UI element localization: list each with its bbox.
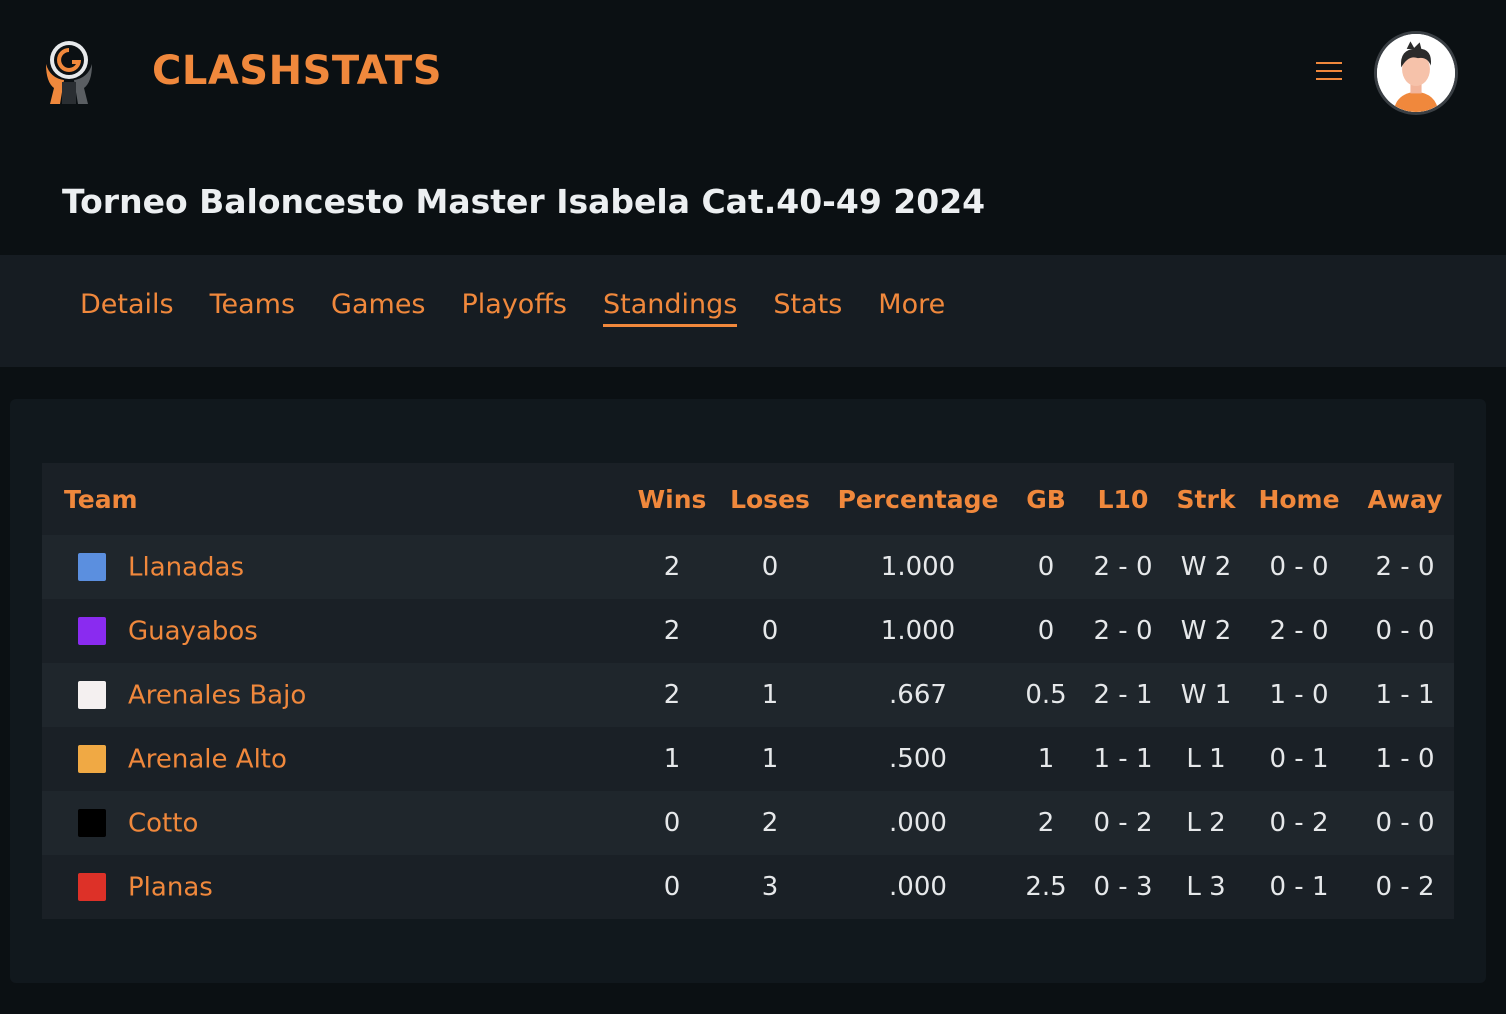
clashstats-logo-icon[interactable]	[44, 38, 96, 106]
wins-cell: 2	[663, 616, 681, 646]
team-color-swatch	[78, 681, 106, 710]
strk-cell: L 1	[1186, 744, 1226, 774]
gb-cell: 0	[1037, 616, 1055, 646]
team-color-swatch	[78, 873, 106, 902]
standings-table: Team Wins Loses Percentage GB L10 Strk H…	[42, 463, 1454, 919]
column-header-home[interactable]: Home	[1242, 463, 1356, 535]
table-header-row: Team Wins Loses Percentage GB L10 Strk H…	[42, 463, 1454, 535]
percentage-cell: .000	[889, 872, 947, 902]
tab-games[interactable]: Games	[331, 289, 425, 327]
brand-name[interactable]: CLASHSTATS	[152, 48, 442, 94]
team-cell: Cotto	[42, 791, 624, 855]
table-row: Arenale Alto 1 1 .500 1 1 - 1 L 1 0 - 1 …	[42, 727, 1454, 791]
strk-cell: L 3	[1186, 872, 1226, 902]
team-color-swatch	[78, 553, 106, 582]
percentage-cell: .667	[889, 680, 947, 710]
loses-cell: 1	[761, 680, 779, 710]
wins-cell: 2	[663, 552, 681, 582]
home-cell: 2 - 0	[1269, 616, 1329, 646]
home-cell: 1 - 0	[1269, 680, 1329, 710]
wins-cell: 0	[663, 872, 681, 902]
column-header-team[interactable]: Team	[42, 463, 624, 535]
column-header-gb[interactable]: GB	[1016, 463, 1076, 535]
column-header-wins[interactable]: Wins	[624, 463, 720, 535]
team-link[interactable]: Guayabos	[128, 616, 258, 646]
gb-cell: 2	[1037, 808, 1055, 838]
wins-cell: 2	[663, 680, 681, 710]
home-cell: 0 - 2	[1269, 808, 1329, 838]
away-cell: 1 - 1	[1375, 680, 1435, 710]
strk-cell: W 1	[1180, 680, 1232, 710]
tab-stats[interactable]: Stats	[773, 289, 842, 327]
away-cell: 1 - 0	[1375, 744, 1435, 774]
l10-cell: 2 - 0	[1093, 552, 1153, 582]
table-row: Planas 0 3 .000 2.5 0 - 3 L 3 0 - 1 0 - …	[42, 855, 1454, 919]
home-cell: 0 - 1	[1269, 872, 1329, 902]
percentage-cell: 1.000	[880, 616, 956, 646]
strk-cell: W 2	[1180, 616, 1232, 646]
loses-cell: 3	[761, 872, 779, 902]
team-color-swatch	[78, 809, 106, 838]
column-header-loses[interactable]: Loses	[720, 463, 820, 535]
l10-cell: 0 - 2	[1093, 808, 1153, 838]
table-row: Cotto 0 2 .000 2 0 - 2 L 2 0 - 2 0 - 0	[42, 791, 1454, 855]
team-cell: Arenales Bajo	[42, 663, 624, 727]
gb-cell: 1	[1037, 744, 1055, 774]
gb-cell: 0.5	[1025, 680, 1067, 710]
table-row: Arenales Bajo 2 1 .667 0.5 2 - 1 W 1 1 -…	[42, 663, 1454, 727]
loses-cell: 2	[761, 808, 779, 838]
home-cell: 0 - 1	[1269, 744, 1329, 774]
team-cell: Planas	[42, 855, 624, 919]
team-link[interactable]: Arenale Alto	[128, 744, 287, 774]
table-row: Llanadas 2 0 1.000 0 2 - 0 W 2 0 - 0 2 -…	[42, 535, 1454, 599]
strk-cell: W 2	[1180, 552, 1232, 582]
loses-cell: 0	[761, 616, 779, 646]
team-cell: Llanadas	[42, 535, 624, 599]
column-header-away[interactable]: Away	[1356, 463, 1454, 535]
gb-cell: 2.5	[1025, 872, 1067, 902]
gb-cell: 0	[1037, 552, 1055, 582]
column-header-l10[interactable]: L10	[1076, 463, 1170, 535]
page-title: Torneo Baloncesto Master Isabela Cat.40-…	[62, 182, 986, 221]
tournament-tabs: Details Teams Games Playoffs Standings S…	[80, 289, 981, 327]
table-row: Guayabos 2 0 1.000 0 2 - 0 W 2 2 - 0 0 -…	[42, 599, 1454, 663]
loses-cell: 0	[761, 552, 779, 582]
team-link[interactable]: Cotto	[128, 808, 198, 838]
away-cell: 0 - 2	[1375, 872, 1435, 902]
strk-cell: L 2	[1186, 808, 1226, 838]
l10-cell: 2 - 1	[1093, 680, 1153, 710]
team-link[interactable]: Llanadas	[128, 552, 244, 582]
team-color-swatch	[78, 745, 106, 774]
tab-playoffs[interactable]: Playoffs	[462, 289, 568, 327]
wins-cell: 0	[663, 808, 681, 838]
hamburger-menu-icon[interactable]	[1312, 58, 1346, 88]
l10-cell: 2 - 0	[1093, 616, 1153, 646]
column-header-strk[interactable]: Strk	[1170, 463, 1242, 535]
away-cell: 0 - 0	[1375, 616, 1435, 646]
away-cell: 2 - 0	[1375, 552, 1435, 582]
l10-cell: 0 - 3	[1093, 872, 1153, 902]
tab-details[interactable]: Details	[80, 289, 174, 327]
tab-standings[interactable]: Standings	[603, 289, 738, 327]
away-cell: 0 - 0	[1375, 808, 1435, 838]
tab-teams[interactable]: Teams	[210, 289, 295, 327]
team-link[interactable]: Planas	[128, 872, 213, 902]
percentage-cell: 1.000	[880, 552, 956, 582]
tab-more[interactable]: More	[878, 289, 945, 327]
percentage-cell: .000	[889, 808, 947, 838]
user-avatar-icon[interactable]	[1374, 31, 1458, 115]
home-cell: 0 - 0	[1269, 552, 1329, 582]
team-cell: Arenale Alto	[42, 727, 624, 791]
l10-cell: 1 - 1	[1093, 744, 1153, 774]
column-header-percentage[interactable]: Percentage	[820, 463, 1016, 535]
top-header: CLASHSTATS Torneo Baloncesto Master Isab…	[0, 0, 1506, 221]
team-color-swatch	[78, 617, 106, 646]
team-cell: Guayabos	[42, 599, 624, 663]
percentage-cell: .500	[889, 744, 947, 774]
team-link[interactable]: Arenales Bajo	[128, 680, 306, 710]
wins-cell: 1	[663, 744, 681, 774]
loses-cell: 1	[761, 744, 779, 774]
